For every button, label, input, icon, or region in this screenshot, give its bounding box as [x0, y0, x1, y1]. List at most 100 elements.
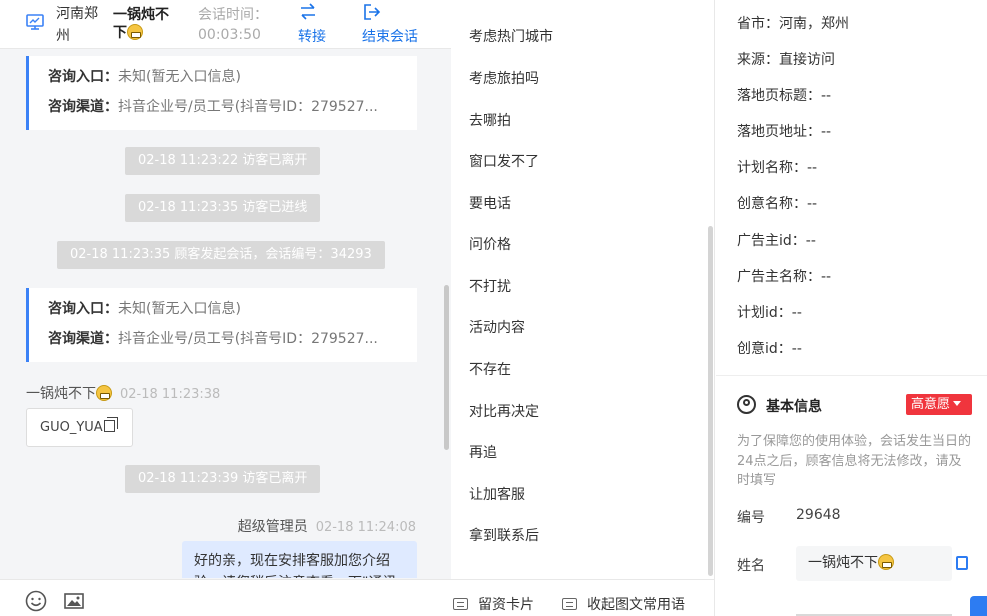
consult-info-card: 咨询入口：未知(暂无入口信息) 咨询渠道：抖音企业号/员工号(抖音号ID：279…	[26, 288, 417, 362]
transfer-label: 转接	[298, 29, 326, 45]
phrase-item[interactable]: 对比再决定	[469, 401, 539, 421]
emoji-icon[interactable]	[25, 590, 47, 612]
phrase-item[interactable]: 考虑旅拍吗	[469, 68, 539, 88]
phrase-item[interactable]: 让加客服	[469, 484, 525, 504]
phrase-item[interactable]: 不存在	[469, 359, 511, 379]
exit-icon	[364, 4, 381, 20]
end-session-button[interactable]: 结束会话	[362, 0, 432, 49]
info-field-label: 计划名称：	[737, 160, 807, 176]
consult-channel-label: 咨询渠道：	[48, 99, 118, 115]
consult-entry-label: 咨询入口：	[48, 301, 118, 317]
info-field-value: --	[821, 269, 832, 285]
info-field-label: 广告主名称：	[737, 269, 821, 285]
visitor-message-bubble[interactable]: GUO_YUA	[26, 408, 133, 447]
info-field-label: 落地页标题：	[737, 88, 821, 104]
info-field-label: 创意id：	[737, 341, 792, 357]
id-label: 编号	[737, 510, 765, 526]
system-message: 02-18 11:23:39 访客已离开	[125, 465, 321, 493]
consult-entry-label: 咨询入口：	[48, 69, 118, 85]
phrase-item[interactable]: 再追	[469, 442, 497, 462]
phrase-item[interactable]: 活动内容	[469, 317, 525, 337]
info-field-label: 广告主id：	[737, 233, 806, 249]
visitor-info-panel: 省市：河南，郑州 来源：直接访问 落地页标题：-- 落地页地址：-- 计划名称：…	[716, 0, 987, 616]
name-label: 姓名	[737, 558, 765, 574]
card-icon	[562, 598, 577, 610]
image-icon[interactable]	[63, 590, 85, 612]
intent-tag-dropdown[interactable]: 高意愿	[906, 394, 972, 415]
section-divider	[716, 375, 987, 376]
consult-info-card: 咨询入口：未知(暂无入口信息) 咨询渠道：抖音企业号/员工号(抖音号ID：279…	[26, 56, 417, 130]
info-field-value: --	[805, 233, 816, 249]
visitor-message-text: GUO_YUA	[40, 420, 103, 435]
edit-notice: 为了保障您的使用体验，会话发生当日的24点之后，顾客信息将无法修改，请及时填写	[737, 434, 972, 488]
phrase-item[interactable]: 问价格	[469, 234, 511, 254]
system-message: 02-18 11:23:35 顾客发起会话，会话编号：34293	[57, 241, 385, 269]
info-field-value: --	[807, 160, 818, 176]
caret-down-icon	[953, 401, 962, 406]
info-field: 计划id：--	[737, 302, 802, 322]
info-field-label: 落地页地址：	[737, 124, 821, 140]
consult-entry-value: 未知(暂无入口信息)	[118, 69, 241, 85]
info-field: 广告主名称：--	[737, 266, 831, 286]
visitor-message-time: 02-18 11:23:38	[120, 387, 221, 402]
info-field-label: 计划id：	[737, 305, 792, 321]
transfer-button[interactable]: 转接	[298, 0, 368, 49]
chat-panel: 河南郑州 一锅炖不下 会话时间： 00:03:50 转接 结束会话 咨询入口：未…	[0, 0, 451, 616]
copy-icon[interactable]	[103, 417, 118, 432]
consult-entry-row: 咨询入口：未知(暂无入口信息)	[48, 298, 417, 328]
visitor-location: 河南郑州	[56, 6, 98, 44]
agent-message-meta: 超级管理员 02-18 11:24:08	[238, 516, 416, 536]
copy-icon[interactable]	[956, 556, 968, 570]
consult-entry-value: 未知(暂无入口信息)	[118, 301, 241, 317]
agent-message-time: 02-18 11:24:08	[315, 520, 416, 535]
phrase-item[interactable]: 考虑热门城市	[469, 26, 553, 46]
phrases-scrollbar[interactable]	[708, 226, 713, 576]
info-field-value: 直接访问	[779, 52, 835, 68]
info-field: 省市：河南，郑州	[737, 13, 849, 33]
info-field: 落地页标题：--	[737, 85, 831, 105]
visitor-sender: 一锅炖不下	[26, 386, 96, 402]
info-field-value: --	[791, 305, 802, 321]
phrase-item[interactable]: 拿到联系后	[469, 525, 539, 545]
message-list[interactable]: 咨询入口：未知(暂无入口信息) 咨询渠道：抖音企业号/员工号(抖音号ID：279…	[0, 50, 451, 578]
system-message: 02-18 11:23:35 访客已进线	[125, 194, 321, 222]
collapse-phrases-button[interactable]: 收起图文常用语	[562, 594, 685, 614]
app-root: 河南郑州 一锅炖不下 会话时间： 00:03:50 转接 结束会话 咨询入口：未…	[0, 0, 987, 616]
transfer-icon	[301, 3, 315, 20]
agent-sender: 超级管理员	[237, 519, 308, 535]
grin-emoji-icon	[96, 385, 112, 401]
info-field-value: --	[791, 341, 802, 357]
quick-phrases-panel: 考虑热门城市 考虑旅拍吗 去哪拍 窗口发不了 要电话 问价格 不打扰 活动内容 …	[451, 0, 715, 616]
info-field-value: --	[821, 88, 832, 104]
system-message: 02-18 11:23:22 访客已离开	[125, 147, 321, 175]
basic-info-title: 基本信息	[766, 399, 822, 415]
name-field[interactable]: 一锅炖不下	[796, 546, 952, 581]
phrase-item[interactable]: 要电话	[469, 193, 511, 213]
chat-scrollbar[interactable]	[444, 285, 449, 450]
phrase-item[interactable]: 去哪拍	[469, 110, 511, 130]
consult-channel-row: 咨询渠道：抖音企业号/员工号(抖音号ID：279527...	[48, 328, 417, 358]
info-field: 创意名称：--	[737, 193, 817, 213]
grin-emoji-icon	[127, 24, 143, 40]
consult-channel-value: 抖音企业号/员工号(抖音号ID：279527...	[118, 331, 378, 347]
visitor-message-meta: 一锅炖不下 02-18 11:23:38	[26, 383, 220, 403]
chat-header: 河南郑州 一锅炖不下 会话时间： 00:03:50 转接 结束会话	[0, 0, 451, 49]
consult-channel-label: 咨询渠道：	[48, 331, 118, 347]
info-field-label: 省市：	[737, 16, 779, 32]
visitor-name: 一锅炖不下	[113, 6, 179, 42]
consult-channel-value: 抖音企业号/员工号(抖音号ID：279527...	[118, 99, 378, 115]
name-field-value: 一锅炖不下	[808, 555, 878, 571]
phrase-item[interactable]: 不打扰	[469, 276, 511, 296]
info-field-value: --	[807, 196, 818, 212]
floating-action-button[interactable]	[970, 596, 987, 616]
phrases-footer: 留资卡片 收起图文常用语	[451, 579, 714, 616]
phrase-item[interactable]: 窗口发不了	[469, 151, 539, 171]
consult-channel-row: 咨询渠道：抖音企业号/员工号(抖音号ID：279527...	[48, 96, 417, 126]
consult-entry-row: 咨询入口：未知(暂无入口信息)	[48, 66, 417, 96]
monitor-icon	[26, 14, 44, 30]
end-session-label: 结束会话	[362, 29, 418, 45]
info-field-value: 河南，郑州	[779, 16, 849, 32]
lead-card-button[interactable]: 留资卡片	[453, 594, 534, 614]
agent-message-bubble: 好的亲，现在安排客服加您介绍验，请您稍后注意查看一下"通讯	[182, 541, 417, 578]
session-time-value: 00:03:50	[198, 27, 261, 43]
